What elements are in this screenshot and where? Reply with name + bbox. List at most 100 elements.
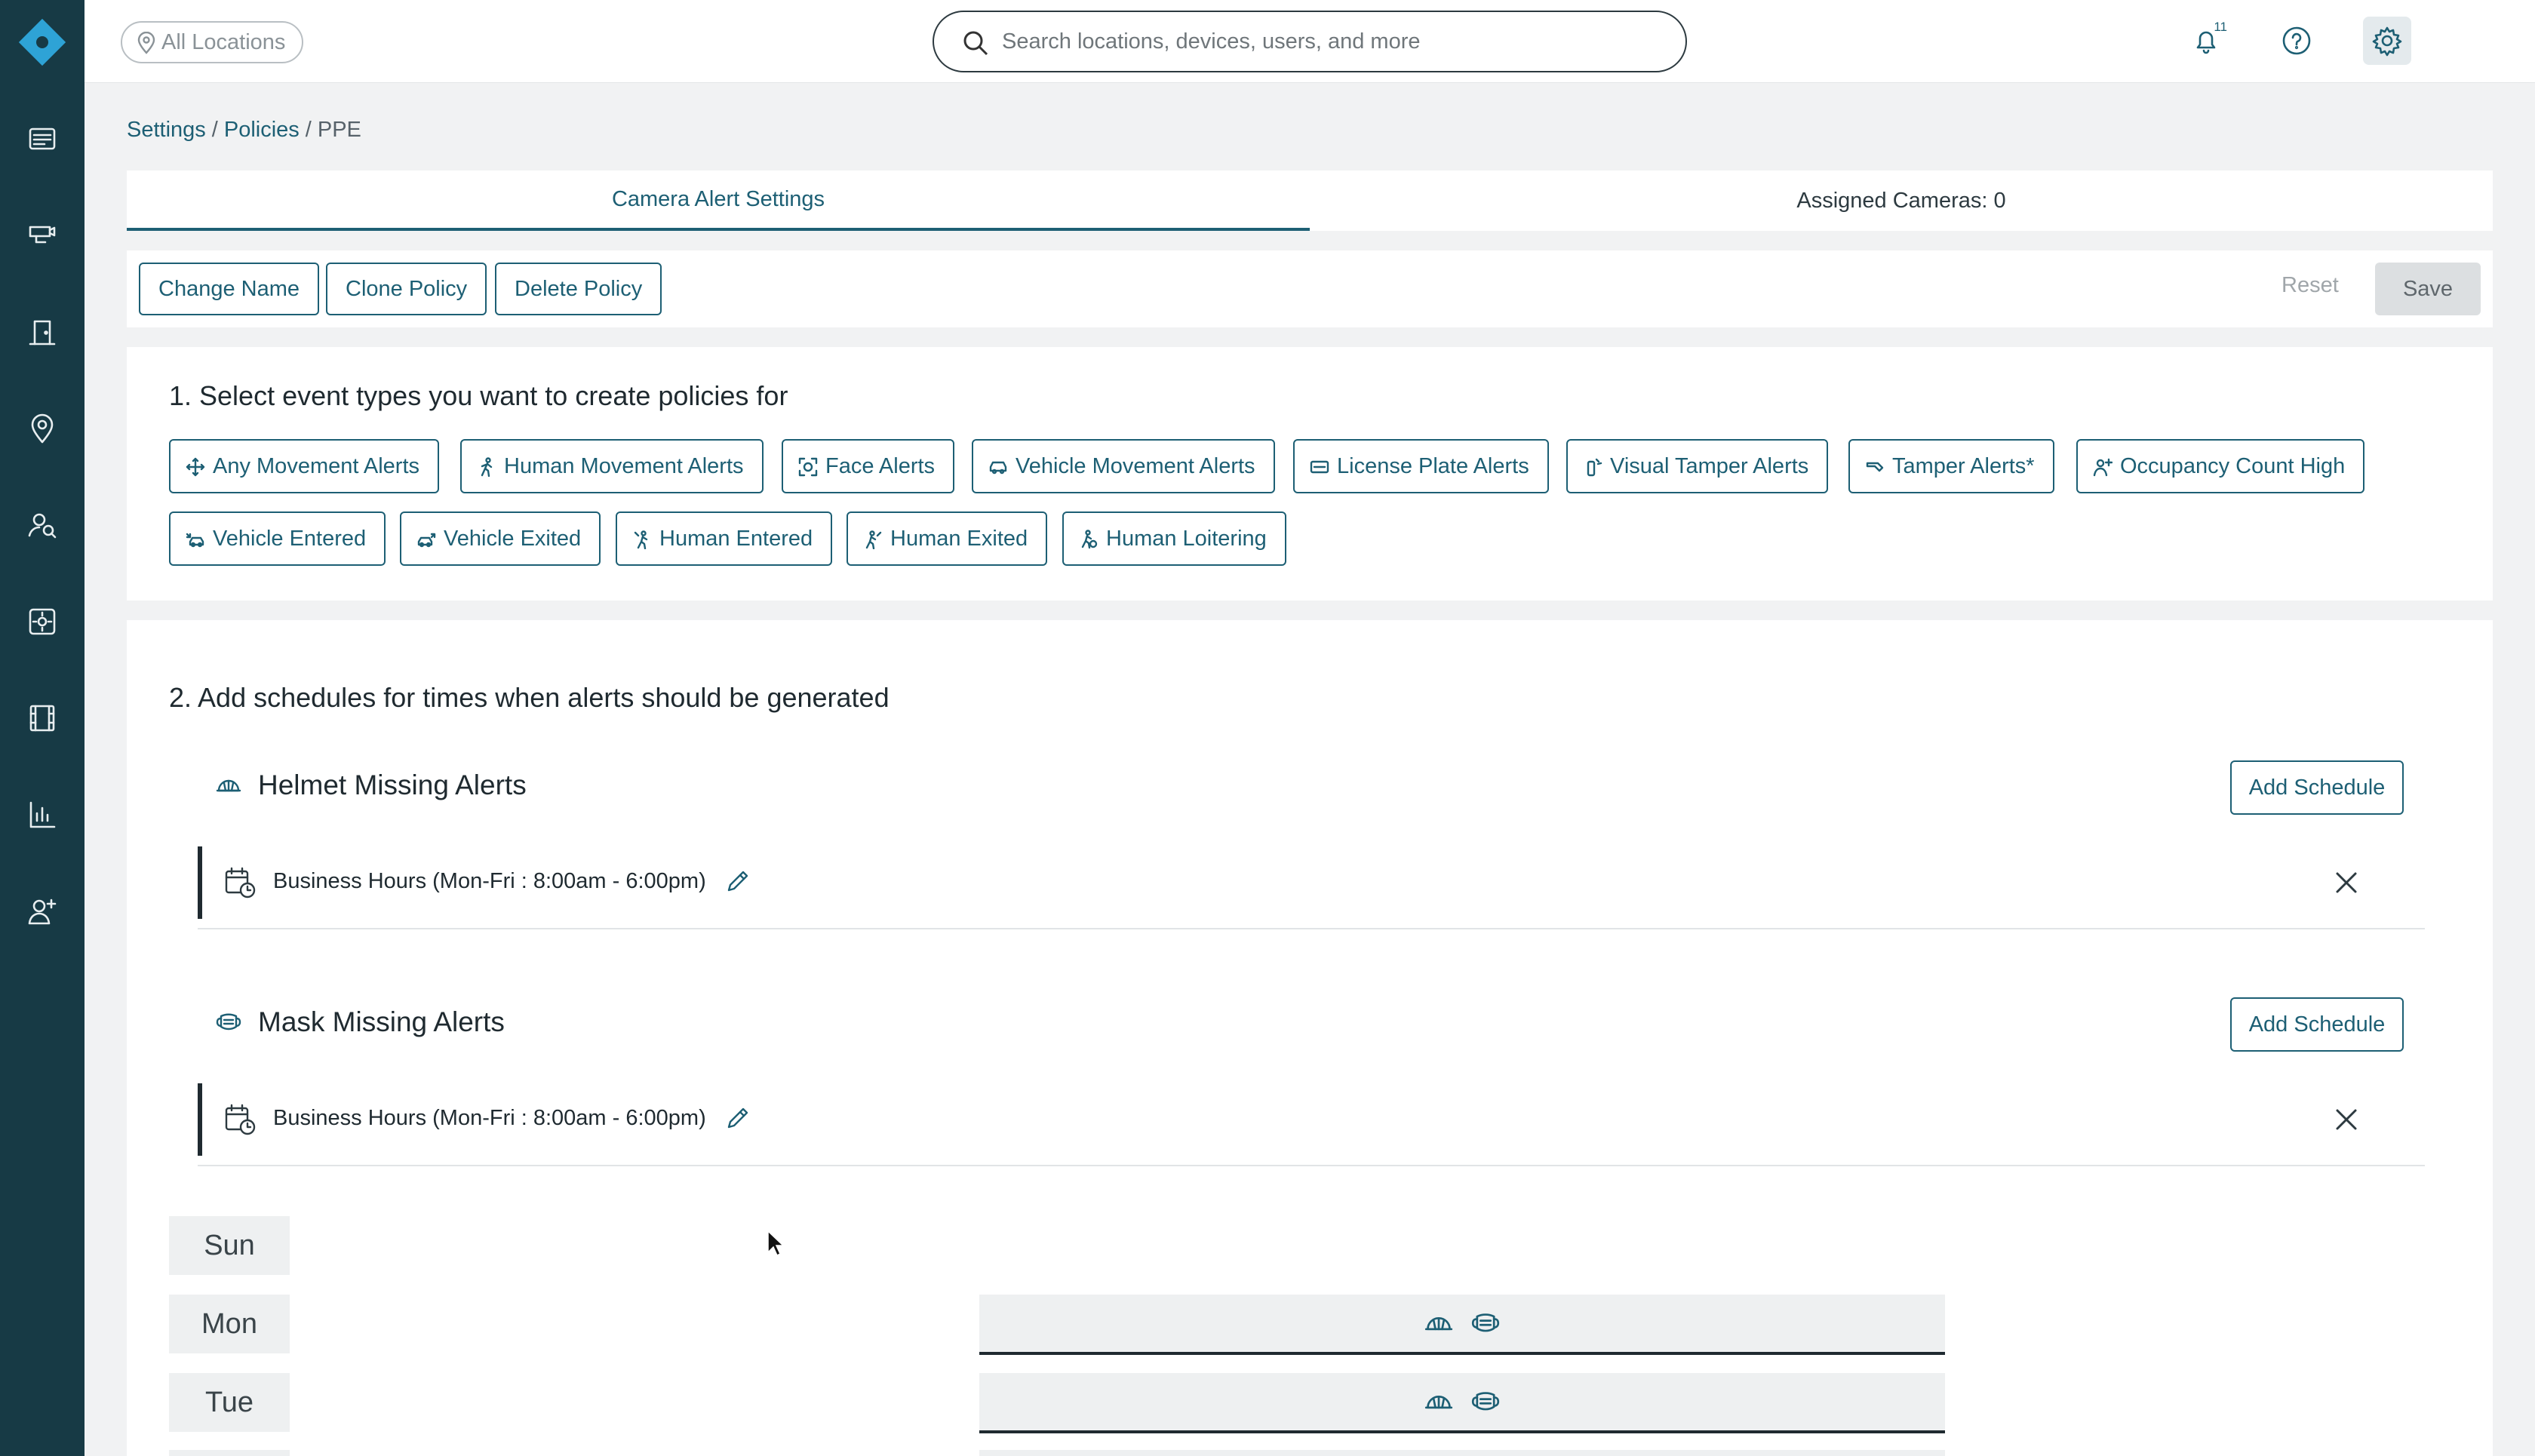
day-label-sun: Sun [169,1216,290,1275]
location-filter-label: All Locations [161,29,286,54]
settings-button[interactable] [2363,17,2411,65]
chip-occupancy-high[interactable]: Occupancy Count High [2076,439,2365,493]
event-types-section: 1. Select event types you want to create… [127,347,2493,601]
chip-label: Vehicle Exited [444,526,582,551]
mask-add-schedule-button[interactable]: Add Schedule [2230,997,2404,1052]
save-button[interactable]: Save [2375,263,2481,315]
notifications-button[interactable]: 11 [2182,17,2230,65]
helmet-icon [216,779,241,792]
human-exit-icon [865,530,882,549]
mask-alert-title: Mask Missing Alerts [258,1006,505,1037]
chip-label: Human Loitering [1106,526,1267,551]
help-icon [2282,26,2311,55]
day-label-tue: Tue [169,1373,290,1432]
breadcrumb-separator: / [211,118,218,142]
chip-label: Occupancy Count High [2120,453,2346,478]
calendar-clock-icon [223,1103,257,1136]
close-icon[interactable] [2333,869,2360,896]
location-pin-icon [137,32,155,54]
helmet-alert-header: Helmet Missing Alerts [216,769,527,801]
breadcrumb-separator: / [305,118,312,142]
chip-license-plate[interactable]: License Plate Alerts [1293,439,1549,493]
reports-chart-icon[interactable] [23,795,62,834]
chip-human-entered[interactable]: Human Entered [616,511,833,566]
search-bar[interactable] [933,11,1687,72]
schedule-accent-bar [198,846,202,919]
breadcrumb-current: PPE [317,118,361,142]
add-user-icon[interactable] [23,892,62,931]
policy-tabs: Camera Alert Settings Assigned Cameras: … [127,170,2493,231]
breadcrumb: Settings / Policies / PPE [127,118,361,143]
camera-tamper-icon [1587,458,1602,477]
chip-vehicle-exited[interactable]: Vehicle Exited [400,511,601,566]
chip-label: Human Movement Alerts [504,453,744,478]
chip-label: Tamper Alerts* [1892,453,2035,478]
helmet-icon [1424,1395,1453,1409]
person-search-icon[interactable] [23,505,62,545]
clone-policy-button[interactable]: Clone Policy [326,263,487,315]
plate-icon [1310,460,1329,474]
analytics-icon[interactable] [23,602,62,641]
face-icon [798,457,818,477]
mouse-cursor-icon [767,1230,785,1257]
schedule-block-wed [979,1450,1945,1456]
chip-visual-tamper[interactable]: Visual Tamper Alerts [1566,439,1829,493]
breadcrumb-settings[interactable]: Settings [127,118,206,142]
access-door-icon[interactable] [23,312,62,352]
devices-icon[interactable] [23,216,62,255]
helmet-icon [1424,1316,1453,1331]
calendar-clock-icon [223,866,257,899]
mask-icon [1471,1313,1500,1332]
schedule-block-mon[interactable] [979,1295,1945,1355]
help-button[interactable] [2272,17,2321,65]
schedule-block-tue[interactable] [979,1373,1945,1433]
reset-button[interactable]: Reset [2282,273,2339,298]
pencil-icon[interactable] [724,1104,751,1132]
chip-tamper[interactable]: Tamper Alerts* [1848,439,2054,493]
schedule-accent-bar [198,1083,202,1156]
schedule-label: Business Hours (Mon-Fri : 8:00am - 6:00p… [273,1106,706,1130]
top-bar: All Locations 11 EN [84,0,2535,83]
chip-vehicle-entered[interactable]: Vehicle Entered [169,511,386,566]
move-icon [186,457,205,477]
video-archive-icon[interactable] [23,699,62,738]
schedules-section: 2. Add schedules for times when alerts s… [127,620,2493,1456]
chip-label: Face Alerts [825,453,936,478]
chip-human-loitering[interactable]: Human Loitering [1062,511,1286,566]
delete-policy-button[interactable]: Delete Policy [495,263,662,315]
pencil-icon[interactable] [724,868,751,895]
chip-label: Visual Tamper Alerts [1610,453,1809,478]
search-input[interactable] [1002,29,1651,54]
dashboard-icon[interactable] [23,119,62,158]
mask-alert-header: Mask Missing Alerts [216,1006,505,1038]
chip-label: License Plate Alerts [1337,453,1529,478]
chip-vehicle-movement[interactable]: Vehicle Movement Alerts [972,439,1275,493]
location-filter[interactable]: All Locations [121,21,304,63]
search-icon [963,31,988,56]
chip-any-movement[interactable]: Any Movement Alerts [169,439,439,493]
breadcrumb-policies[interactable]: Policies [224,118,300,142]
section1-title: 1. Select event types you want to create… [169,380,788,411]
helmet-add-schedule-button[interactable]: Add Schedule [2230,760,2404,815]
human-enter-icon [634,530,648,549]
walking-icon [481,457,493,477]
car-exit-icon [417,533,436,548]
mask-icon [216,1013,241,1031]
helmet-schedule-row: Business Hours (Mon-Fri : 8:00am - 6:00p… [198,836,2425,929]
close-icon[interactable] [2333,1106,2360,1133]
chip-human-exited[interactable]: Human Exited [847,511,1048,566]
tab-camera-alert-settings[interactable]: Camera Alert Settings [127,170,1310,231]
change-name-button[interactable]: Change Name [139,263,319,315]
helmet-alert-title: Helmet Missing Alerts [258,769,527,800]
chip-face[interactable]: Face Alerts [782,439,955,493]
locations-icon[interactable] [23,409,62,448]
tab-assigned-cameras[interactable]: Assigned Cameras: 0 [1310,170,2493,231]
chip-label: Human Exited [890,526,1028,551]
chip-human-movement[interactable]: Human Movement Alerts [460,439,764,493]
mask-schedule-row: Business Hours (Mon-Fri : 8:00am - 6:00p… [198,1073,2425,1166]
car-enter-icon [186,533,204,548]
user-plus-icon [2093,458,2112,477]
app-logo[interactable] [14,14,71,71]
section2-title: 2. Add schedules for times when alerts s… [169,682,890,713]
gear-icon [2372,26,2402,57]
